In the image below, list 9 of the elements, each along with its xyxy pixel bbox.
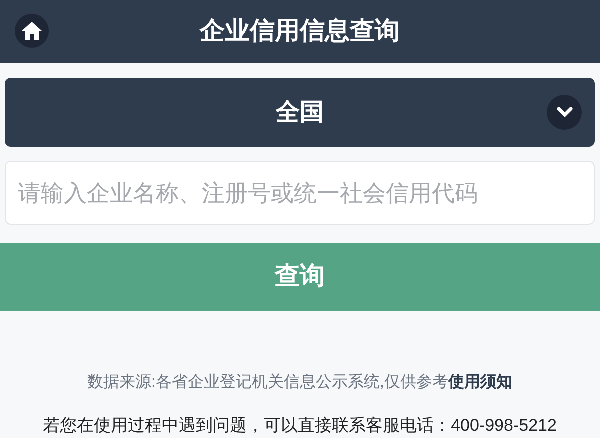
search-field[interactable]: 请输入企业名称、注册号或统一社会信用代码 <box>5 161 595 226</box>
page-title: 企业信用信息查询 <box>200 16 400 47</box>
contact-note: 若您在使用过程中遇到问题，可以直接联系客服电话：400-998-5212 <box>43 414 557 436</box>
usage-notice-link[interactable]: 使用须知 <box>448 374 512 390</box>
data-source-note: 数据来源:各省企业登记机关信息公示系统,仅供参考使用须知 <box>88 372 512 392</box>
chevron-down-icon <box>547 95 582 130</box>
region-dropdown[interactable]: 全国 <box>5 78 595 148</box>
home-icon <box>22 22 42 40</box>
home-button[interactable] <box>15 14 49 48</box>
